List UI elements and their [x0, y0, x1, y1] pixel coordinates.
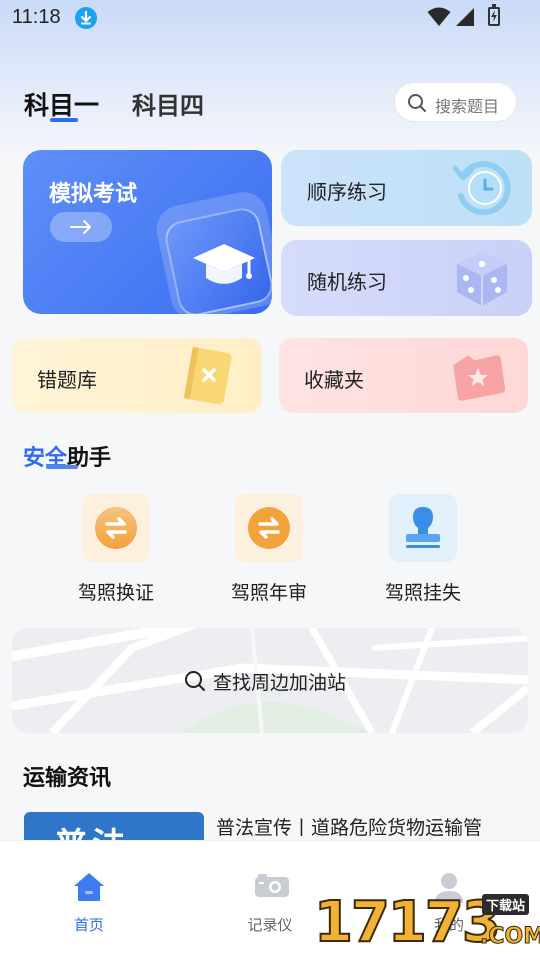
- dice-icon: [451, 248, 513, 314]
- sequential-practice-card[interactable]: 顺序练习: [281, 150, 532, 226]
- gas-station-search-label[interactable]: 查找周边加油站: [213, 668, 346, 695]
- watermark-suffix: .COM: [479, 924, 540, 950]
- random-practice-card[interactable]: 随机练习: [281, 240, 532, 316]
- status-time: 11:18: [12, 6, 61, 28]
- news-headline[interactable]: 普法宣传丨道路危险货物运输管: [216, 813, 482, 840]
- license-renewal-item[interactable]: 驾照换证: [56, 494, 176, 604]
- watermark-digits: 17173: [313, 889, 502, 956]
- search-box[interactable]: 搜索题目: [394, 82, 517, 122]
- nav-recorder-label: 记录仪: [247, 916, 293, 934]
- favorites-label: 收藏夹: [304, 368, 364, 392]
- nav-home-label: 首页: [73, 916, 104, 934]
- transport-news-title: 运输资讯: [23, 766, 112, 791]
- watermark-tag: 下载站: [482, 894, 530, 915]
- exchange-icon: [94, 506, 138, 554]
- search-icon: [184, 670, 206, 696]
- news-thumbnail-text: 普法: [54, 818, 130, 842]
- exchange-icon: [247, 506, 291, 554]
- mock-exam-start-button[interactable]: [50, 212, 112, 242]
- license-annual-review-label: 驾照年审: [230, 582, 307, 604]
- license-lost-report-icon-bg: [389, 494, 457, 562]
- download-icon: [75, 7, 97, 29]
- signal-icon: [455, 7, 475, 31]
- tab-subject-one[interactable]: 科目一: [24, 86, 99, 122]
- news-thumbnail[interactable]: 普法: [24, 812, 204, 842]
- favorites-card[interactable]: 收藏夹: [279, 338, 528, 413]
- nav-recorder[interactable]: 记录仪: [215, 841, 325, 951]
- arrow-right-icon: [70, 220, 91, 234]
- license-annual-review-icon-bg: [235, 494, 303, 562]
- license-annual-review-item[interactable]: 驾照年审: [209, 494, 329, 604]
- nav-home[interactable]: 首页: [34, 841, 144, 951]
- wifi-icon: [427, 7, 451, 31]
- search-icon: [407, 93, 427, 117]
- safety-title-underline: [46, 465, 78, 469]
- search-placeholder: 搜索题目: [435, 97, 500, 116]
- mock-exam-label: 模拟考试: [49, 182, 138, 207]
- graduation-cap-icon: [191, 240, 257, 296]
- mock-exam-card[interactable]: 模拟考试: [23, 150, 272, 314]
- wrong-book-icon: [180, 344, 236, 410]
- star-folder-icon: [447, 348, 509, 408]
- wrong-questions-card[interactable]: 错题库: [12, 338, 262, 413]
- wrong-questions-label: 错题库: [37, 368, 97, 392]
- site-watermark: 17173 下载站 .COM: [313, 888, 540, 960]
- battery-charging-icon: [488, 4, 500, 26]
- license-renewal-icon-bg: [82, 494, 150, 562]
- header: 科目一 科目四 搜索题目: [0, 78, 540, 128]
- clock-refresh-icon: [451, 158, 515, 222]
- active-tab-indicator: [50, 118, 78, 122]
- license-lost-report-item[interactable]: 驾照挂失: [363, 494, 483, 604]
- status-bar: 11:18: [0, 0, 540, 36]
- camera-icon: [253, 871, 291, 905]
- tab-subject-four[interactable]: 科目四: [132, 86, 204, 121]
- home-icon: [72, 871, 106, 907]
- license-renewal-label: 驾照换证: [77, 582, 154, 604]
- sequential-practice-label: 顺序练习: [307, 180, 387, 204]
- stamp-icon: [402, 504, 444, 554]
- license-lost-report-label: 驾照挂失: [384, 582, 461, 604]
- random-practice-label: 随机练习: [307, 270, 387, 294]
